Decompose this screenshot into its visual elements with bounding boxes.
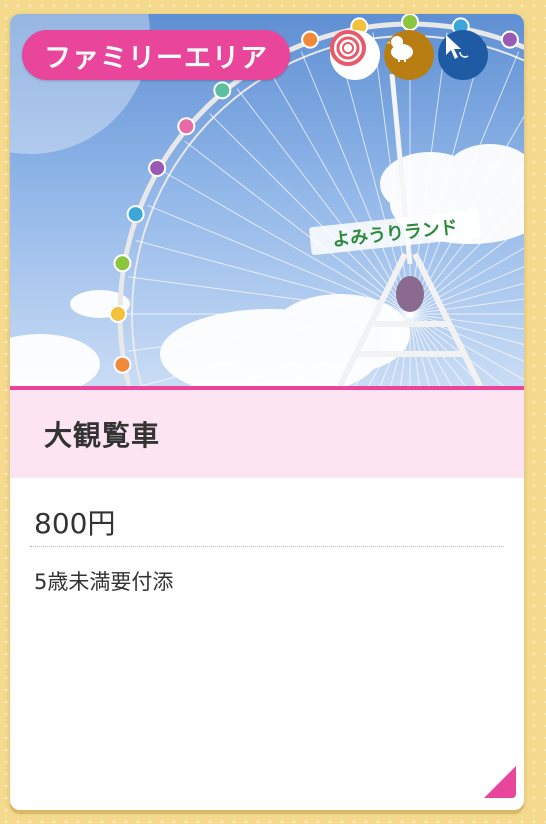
- gondola: [177, 117, 196, 136]
- gondola: [401, 14, 419, 31]
- category-badge: ファミリーエリア: [22, 30, 290, 80]
- category-label: ファミリーエリア: [44, 42, 268, 74]
- attraction-title: 大観覧車: [44, 419, 161, 452]
- attraction-card[interactable]: よみうりランド ファミリーエリア 大観覧車 800円 5歳未満要付添: [10, 14, 524, 810]
- gondola: [500, 30, 519, 49]
- cursor-icon: [438, 30, 488, 80]
- gondola: [126, 205, 145, 224]
- target-icon: [330, 30, 380, 80]
- gondola: [113, 254, 132, 273]
- chick-icon: [384, 30, 434, 80]
- gondola: [113, 355, 132, 374]
- gondola: [213, 81, 232, 100]
- gondola: [109, 305, 127, 323]
- gondola: [148, 159, 167, 177]
- dotted-divider: [30, 546, 504, 547]
- gondola: [301, 30, 320, 49]
- title-band: 大観覧車: [10, 390, 524, 478]
- corner-triangle-icon: [484, 766, 516, 798]
- age-note: 5歳未満要付添: [34, 570, 174, 594]
- ferris-wheel-photo: よみうりランド ファミリーエリア: [10, 14, 524, 386]
- price-text: 800円: [34, 507, 116, 540]
